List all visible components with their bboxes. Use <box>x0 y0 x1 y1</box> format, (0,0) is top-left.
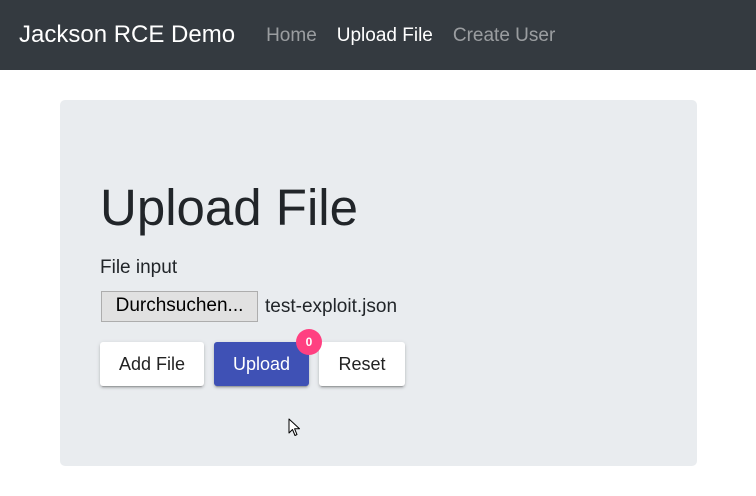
browse-button[interactable]: Durchsuchen... <box>101 291 258 322</box>
selected-file-name: test-exploit.json <box>265 296 398 317</box>
upload-button[interactable]: Upload <box>214 342 309 386</box>
reset-button[interactable]: Reset <box>319 342 405 386</box>
upload-panel: Upload File File input Durchsuchen... te… <box>60 100 697 466</box>
navbar-brand[interactable]: Jackson RCE Demo <box>19 23 235 47</box>
nav-link-home[interactable]: Home <box>266 26 317 45</box>
file-input-label: File input <box>100 257 178 278</box>
navbar: Jackson RCE Demo Home Upload File Create… <box>0 0 756 70</box>
nav-link-upload-file[interactable]: Upload File <box>337 26 433 45</box>
add-file-button[interactable]: Add File <box>100 342 204 386</box>
page-title: Upload File <box>100 179 358 236</box>
mouse-pointer-icon <box>288 418 300 436</box>
upload-count-badge: 0 <box>296 329 322 355</box>
nav-link-create-user[interactable]: Create User <box>453 26 555 45</box>
